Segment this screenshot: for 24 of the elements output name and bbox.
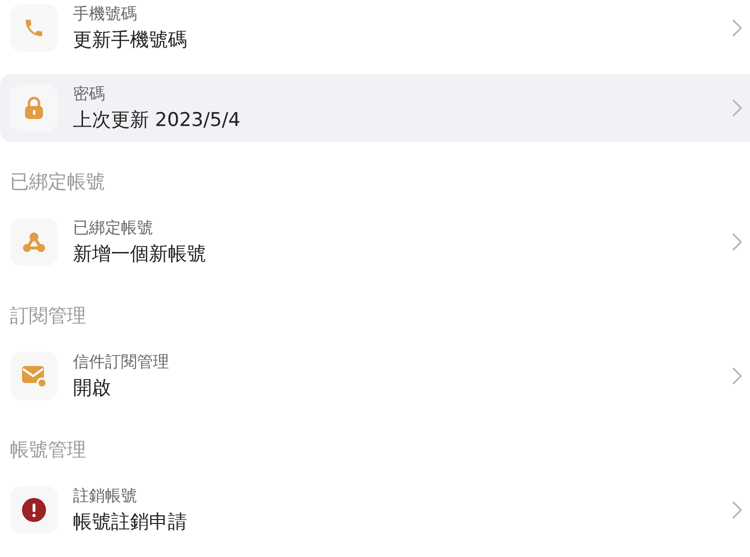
- section-header: 帳號管理: [10, 438, 86, 462]
- lock-icon: [23, 96, 45, 120]
- row-value: 帳號註銷申請: [73, 510, 188, 534]
- row-title: 手機號碼: [73, 4, 138, 24]
- section-header: 已綁定帳號: [10, 170, 105, 194]
- row-value: 上次更新 2023/5/4: [73, 108, 242, 132]
- row-value: 新增一個新帳號: [73, 242, 207, 266]
- chevron-icon: [732, 501, 742, 519]
- row-title: 已綁定帳號: [73, 218, 154, 238]
- row-value: 開啟: [73, 376, 112, 400]
- alert-icon: [22, 498, 46, 522]
- chevron-icon: [732, 99, 742, 117]
- row-value: 更新手機號碼: [73, 28, 188, 52]
- mail-icon: [21, 364, 47, 388]
- row-title: 註銷帳號: [73, 486, 138, 506]
- phone-icon: [23, 17, 45, 39]
- row-title: 信件訂閱管理: [73, 352, 170, 372]
- row-title: 密碼: [73, 84, 106, 104]
- section-header: 訂閱管理: [10, 304, 86, 328]
- chevron-icon: [732, 367, 742, 385]
- network-icon: [22, 231, 46, 253]
- chevron-icon: [732, 233, 742, 251]
- chevron-icon: [732, 19, 742, 37]
- settings-row[interactable]: 密碼 上次更新 2023/5/4: [0, 74, 750, 142]
